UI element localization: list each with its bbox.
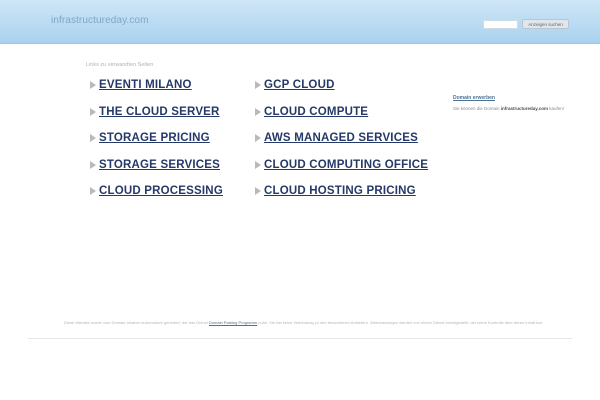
link-label: AWS MANAGED SERVICES (264, 132, 418, 144)
arrow-right-icon (255, 187, 261, 195)
arrow-right-icon (90, 108, 96, 116)
link-label: CLOUD HOSTING PRICING (264, 185, 416, 197)
link-label: CLOUD COMPUTE (264, 106, 369, 118)
related-link-the-cloud-server[interactable]: THE CLOUD SERVER (90, 105, 220, 119)
search-input[interactable] (483, 20, 518, 29)
related-link-cloud-processing[interactable]: CLOUD PROCESSING (90, 184, 223, 198)
link-label: THE CLOUD SERVER (99, 106, 220, 118)
header-bar: infrastructureday.com Anzeigen suchen (0, 0, 600, 44)
footer-program-link[interactable]: Domain Parking Programm (209, 320, 257, 325)
buy-domain-name: infrastructureday.com (500, 106, 548, 111)
link-label: CLOUD COMPUTING OFFICE (264, 159, 429, 171)
arrow-right-icon (255, 134, 261, 142)
related-link-storage-services[interactable]: STORAGE SERVICES (90, 158, 220, 172)
footer-text-before: Diese Website wurde vom Domain-Inhaber a… (64, 320, 208, 325)
arrow-right-icon (90, 81, 96, 89)
related-link-cloud-computing-office[interactable]: CLOUD COMPUTING OFFICE (255, 158, 428, 172)
buy-domain-suffix: kaufen! (549, 106, 565, 111)
footer-text-after: nutzt. Sie hat keine Verbindung zu den b… (258, 320, 543, 325)
links-caption: Links zu verwandten Seiten (86, 62, 154, 68)
related-link-cloud-compute[interactable]: CLOUD COMPUTE (255, 105, 368, 119)
footer-divider (28, 338, 572, 339)
buy-domain-prefix: Sie können die Domain (453, 106, 500, 111)
related-link-aws-managed-services[interactable]: AWS MANAGED SERVICES (255, 131, 418, 145)
arrow-right-icon (90, 134, 96, 142)
buy-domain-link[interactable]: Domain erwerben (453, 95, 495, 101)
link-label: STORAGE PRICING (99, 132, 210, 144)
arrow-right-icon (90, 187, 96, 195)
link-label: STORAGE SERVICES (99, 159, 221, 171)
related-link-eventi-milano[interactable]: EVENTI MILANO (90, 78, 192, 92)
link-label: GCP CLOUD (264, 79, 335, 91)
domain-title: infrastructureday.com (51, 15, 149, 26)
arrow-right-icon (255, 108, 261, 116)
link-label: CLOUD PROCESSING (99, 185, 223, 197)
related-link-gcp-cloud[interactable]: GCP CLOUD (255, 78, 335, 92)
related-link-storage-pricing[interactable]: STORAGE PRICING (90, 131, 210, 145)
related-link-cloud-hosting-pricing[interactable]: CLOUD HOSTING PRICING (255, 184, 416, 198)
footer-disclaimer: Diese Website wurde vom Domain-Inhaber a… (64, 320, 544, 326)
arrow-right-icon (255, 161, 261, 169)
search-button[interactable]: Anzeigen suchen (522, 19, 569, 29)
arrow-right-icon (255, 81, 261, 89)
link-label: EVENTI MILANO (99, 79, 192, 91)
buy-domain-text: Sie können die Domain infrastructureday.… (453, 106, 564, 111)
arrow-right-icon (90, 161, 96, 169)
